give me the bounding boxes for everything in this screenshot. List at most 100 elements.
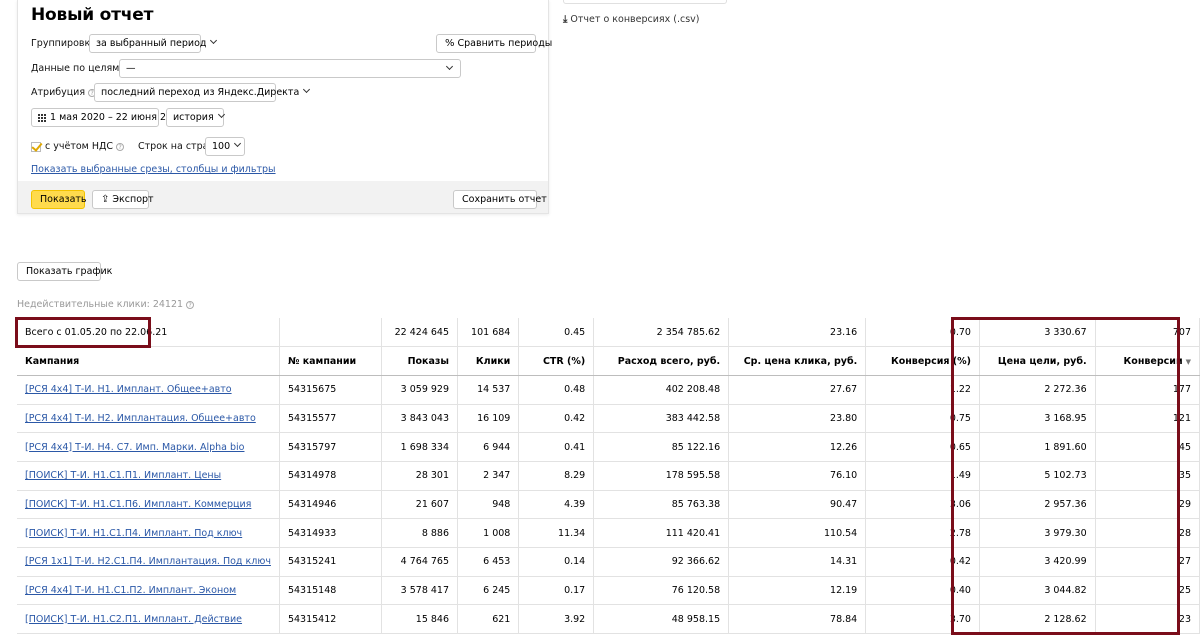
date-range-picker[interactable]: 1 мая 2020 – 22 июня 2021 (31, 108, 184, 127)
csv-conversions-label: Отчет о конверсиях (.csv) (570, 14, 700, 25)
cell-campaign-id: 54315797 (279, 432, 382, 462)
cell-cost: 111 420.41 (593, 518, 730, 548)
cell-conv-rate: 1.22 (865, 375, 980, 405)
cell-clicks: 6 453 (457, 547, 520, 577)
col-impressions[interactable]: Показы (381, 346, 459, 376)
goals-label-text: Данные по целям (31, 63, 120, 74)
col-campaign-id[interactable]: № кампании (279, 346, 382, 376)
cell-cpa: 5 102.73 (979, 461, 1096, 491)
campaign-link[interactable]: [ПОИСК] Т-И. Н1.С1.П6. Имплант. Коммерци… (25, 499, 251, 510)
show-button[interactable]: Показать (31, 190, 87, 209)
sort-desc-icon: ▼ (1185, 357, 1191, 366)
show-filters-link[interactable]: Показать выбранные срезы, столбцы и филь… (31, 164, 276, 175)
col-conversions[interactable]: Конверсии ▼ (1095, 346, 1200, 376)
cell-impressions: 21 607 (381, 490, 459, 520)
cell-campaign-id: 54314946 (279, 490, 382, 520)
rows-per-page-value: 100 (212, 141, 231, 152)
csv-conversions-link[interactable]: ⤓ Отчет о конверсиях (.csv) (563, 14, 700, 25)
cell-cost: 383 442.58 (593, 404, 730, 434)
percent-icon: % (445, 38, 455, 49)
totals-cpc: 23.16 (728, 318, 867, 348)
vat-checkbox[interactable] (31, 140, 41, 153)
cell-conversions: 28 (1095, 518, 1200, 548)
table-row: [ПОИСК] Т-И. Н1.С2.П1. Имплант. Действие… (17, 604, 1200, 635)
cell-conv-rate: 0.40 (865, 576, 980, 606)
show-chart-button[interactable]: Показать график (17, 262, 112, 281)
history-value: история (173, 112, 214, 123)
campaign-link[interactable]: [РСЯ 1х1] Т-И. Н2.С1.П4. Имплантация. По… (25, 556, 271, 567)
cell-cpa: 3 168.95 (979, 404, 1096, 434)
cell-cpc: 76.10 (728, 461, 867, 491)
cell-clicks: 6 245 (457, 576, 520, 606)
attribution-label: Атрибуция? (31, 87, 97, 98)
cell-impressions: 1 698 334 (381, 432, 459, 462)
col-campaign[interactable]: Кампания (17, 346, 280, 376)
cell-conversions: 29 (1095, 490, 1200, 520)
table-row: [ПОИСК] Т-И. Н1.С1.П6. Имплант. Коммерци… (17, 490, 1200, 520)
top-right-control (563, 0, 727, 4)
campaign-link[interactable]: [ПОИСК] Т-И. Н1.С1.П1. Имплант. Цены (25, 470, 221, 481)
campaign-link[interactable]: [РСЯ 4х4] Т-И. Н1. Имплант. Общее+авто (25, 384, 232, 395)
cell-campaign-id: 54315412 (279, 604, 382, 635)
table-row: [РСЯ 4х4] Т-И. Н1. Имплант. Общее+авто 54… (17, 375, 1200, 405)
cell-ctr: 0.41 (518, 432, 595, 462)
cell-campaign: [ПОИСК] Т-И. Н1.С2.П1. Имплант. Действие (17, 604, 280, 635)
header-row: Кампания № кампании Показы Клики CTR (%)… (17, 346, 1200, 376)
download-icon: ⤓ (563, 14, 568, 25)
export-button[interactable]: ⇪ Экспорт (92, 190, 154, 209)
cell-conversions: 121 (1095, 404, 1200, 434)
chevron-down-icon (445, 62, 454, 71)
cell-conversions: 23 (1095, 604, 1200, 635)
history-select[interactable]: история (166, 108, 225, 127)
col-cost[interactable]: Расход всего, руб. (593, 346, 730, 376)
cell-cost: 85 763.38 (593, 490, 730, 520)
totals-row: Всего с 01.05.20 по 22.06.21 22 424 645 … (17, 318, 1200, 348)
save-report-button[interactable]: Сохранить отчет (453, 190, 547, 209)
compare-periods-button[interactable]: % Сравнить периоды (436, 34, 552, 53)
campaign-link[interactable]: [ПОИСК] Т-И. Н1.С1.П4. Имплант. Под ключ (25, 528, 242, 539)
campaign-link[interactable]: [ПОИСК] Т-И. Н1.С2.П1. Имплант. Действие (25, 614, 242, 625)
col-clicks[interactable]: Клики (457, 346, 520, 376)
cell-cpa: 2 128.62 (979, 604, 1096, 635)
help-icon[interactable]: ? (186, 300, 195, 309)
cell-cpa: 2 272.36 (979, 375, 1096, 405)
goals-select[interactable]: — (119, 59, 461, 78)
cell-cpa: 2 957.36 (979, 490, 1096, 520)
checkmark-icon[interactable] (31, 142, 41, 152)
totals-impressions: 22 424 645 (381, 318, 459, 348)
cell-campaign: [РСЯ 1х1] Т-И. Н2.С1.П4. Имплантация. По… (17, 547, 280, 577)
cell-impressions: 3 059 929 (381, 375, 459, 405)
col-cpc[interactable]: Ср. цена клика, руб. (728, 346, 867, 376)
report-table: Всего с 01.05.20 по 22.06.21 22 424 645 … (17, 318, 1200, 635)
cell-campaign: [ПОИСК] Т-И. Н1.С1.П6. Имплант. Коммерци… (17, 490, 280, 520)
totals-label: Всего с 01.05.20 по 22.06.21 (17, 318, 280, 348)
cell-impressions: 4 764 765 (381, 547, 459, 577)
cell-cpc: 90.47 (728, 490, 867, 520)
cell-cost: 85 122.16 (593, 432, 730, 462)
vat-label-text: с учётом НДС (45, 141, 114, 152)
cell-campaign-id: 54314933 (279, 518, 382, 548)
export-label: Экспорт (112, 194, 154, 205)
campaign-link[interactable]: [РСЯ 4х4] Т-И. Н1.С1.П2. Имплант. Эконом (25, 585, 236, 596)
cell-impressions: 15 846 (381, 604, 459, 635)
cell-conv-rate: 1.49 (865, 461, 980, 491)
cell-cpc: 110.54 (728, 518, 867, 548)
campaign-link[interactable]: [РСЯ 4х4] Т-И. Н4. С7. Имп. Марки. Alpha… (25, 442, 244, 453)
totals-campaign-id (279, 318, 382, 348)
col-cpa[interactable]: Цена цели, руб. (979, 346, 1096, 376)
table-row: [ПОИСК] Т-И. Н1.С1.П1. Имплант. Цены 5431… (17, 461, 1200, 491)
cell-ctr: 8.29 (518, 461, 595, 491)
cell-clicks: 948 (457, 490, 520, 520)
cell-cpc: 12.26 (728, 432, 867, 462)
cell-ctr: 11.34 (518, 518, 595, 548)
grouping-select[interactable]: за выбранный период (89, 34, 218, 53)
cell-campaign-id: 54315148 (279, 576, 382, 606)
cell-clicks: 14 537 (457, 375, 520, 405)
col-ctr[interactable]: CTR (%) (518, 346, 595, 376)
compare-periods-label: Сравнить периоды (457, 38, 553, 49)
rows-per-page-select[interactable]: 100 (205, 137, 245, 156)
help-icon[interactable]: ? (116, 142, 125, 151)
col-conv-rate[interactable]: Конверсия (%) (865, 346, 980, 376)
attribution-select[interactable]: последний переход из Яндекс.Директа (94, 83, 311, 102)
campaign-link[interactable]: [РСЯ 4х4] Т-И. Н2. Имплантация. Общее+ав… (25, 413, 256, 424)
